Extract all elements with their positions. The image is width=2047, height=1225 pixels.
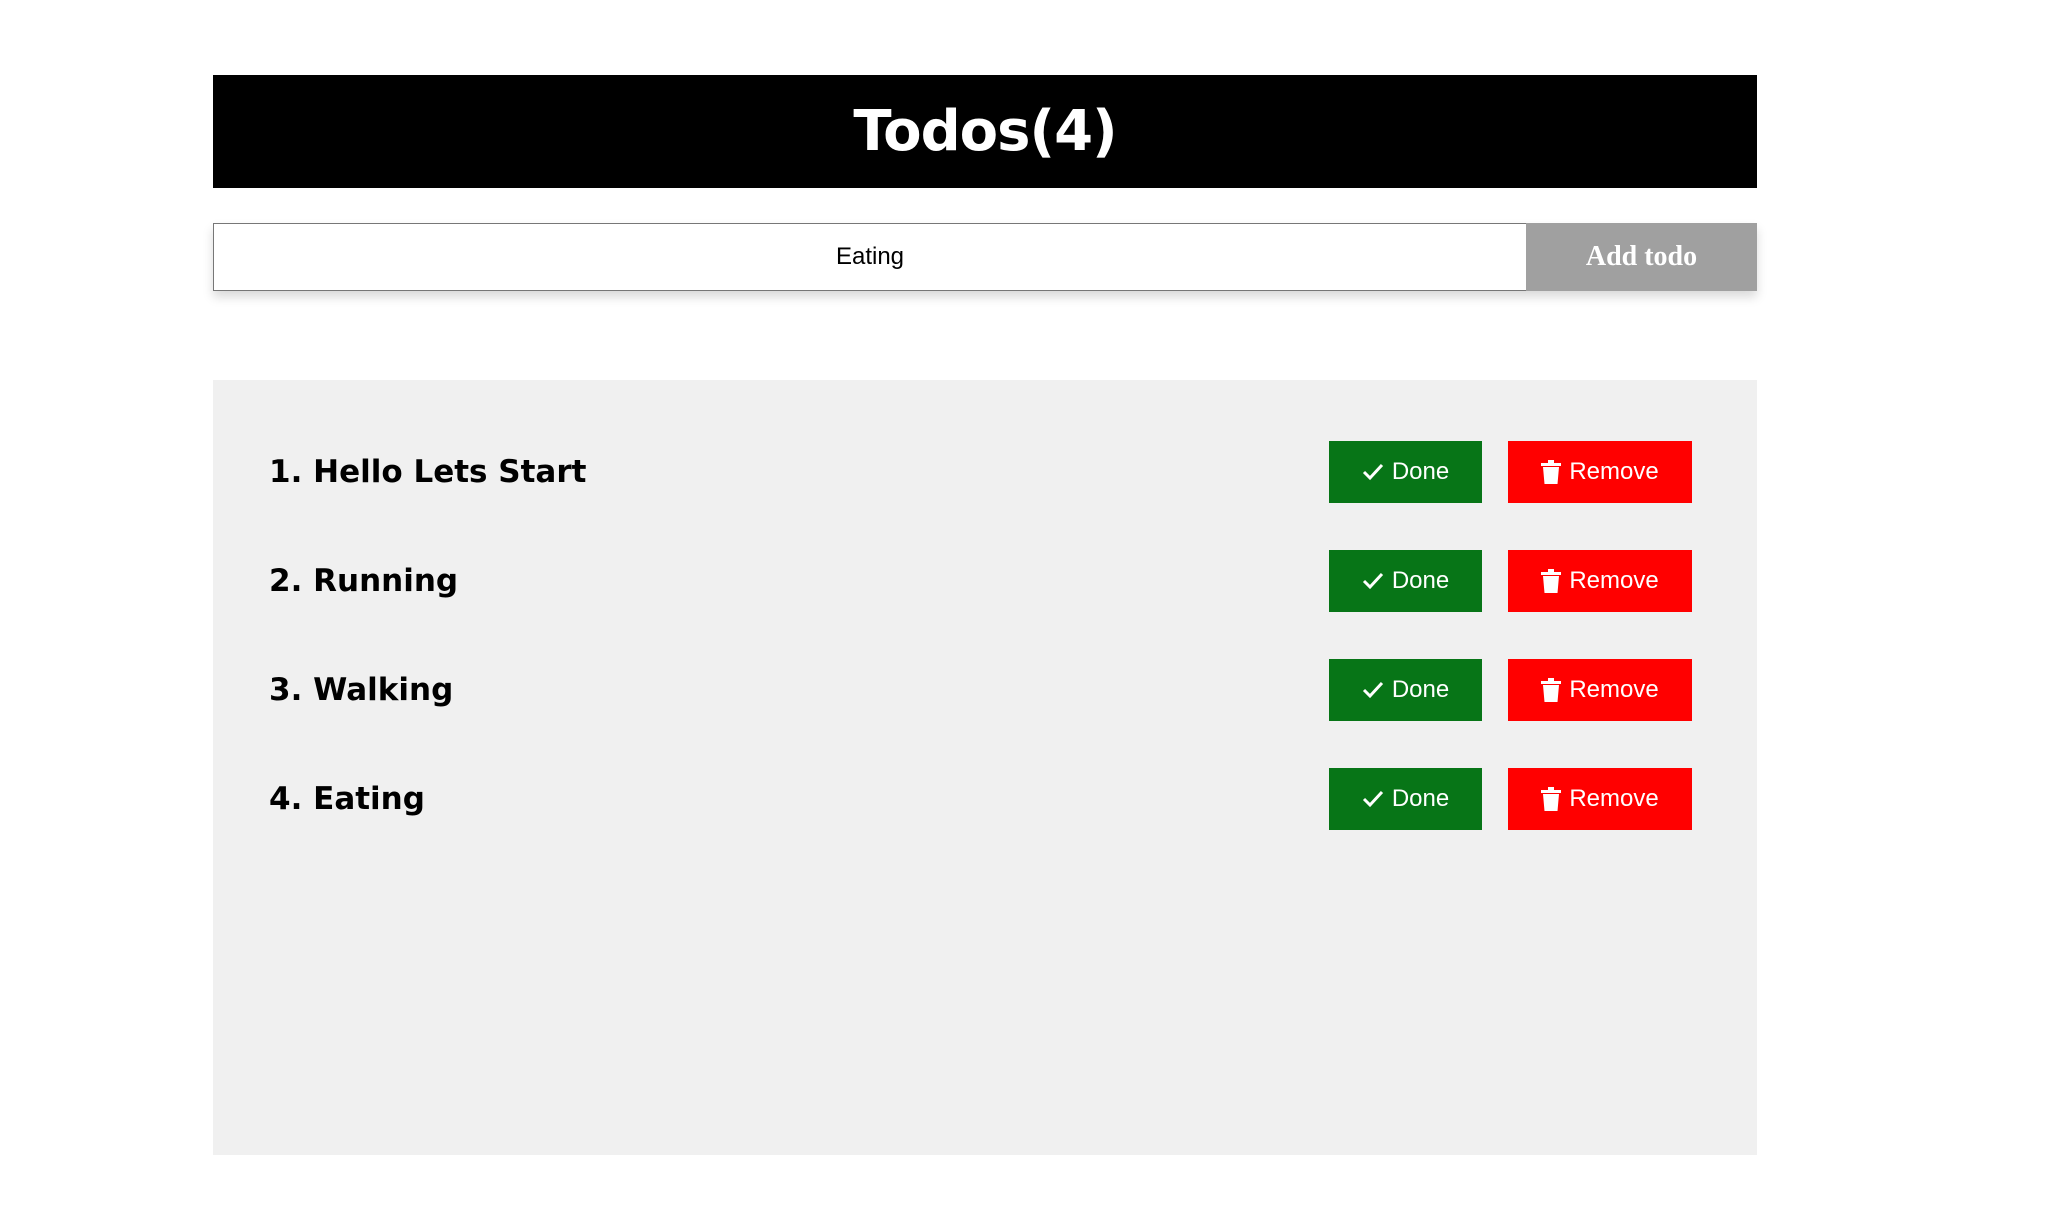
todo-item: 1. Hello Lets Start Done Remove (213, 441, 1757, 503)
todo-list: 1. Hello Lets Start Done Remove 2. Runni… (213, 380, 1757, 1155)
trash-icon (1541, 460, 1562, 484)
done-label: Done (1391, 567, 1450, 594)
remove-button[interactable]: Remove (1508, 550, 1692, 612)
remove-button[interactable]: Remove (1508, 659, 1692, 721)
todo-item: 3. Walking Done Remove (213, 659, 1757, 721)
add-todo-button[interactable]: Add todo (1526, 223, 1757, 291)
remove-label: Remove (1569, 676, 1659, 703)
remove-label: Remove (1569, 785, 1659, 812)
done-label: Done (1391, 785, 1450, 812)
todo-input[interactable] (213, 223, 1526, 291)
remove-button[interactable]: Remove (1508, 441, 1692, 503)
done-label: Done (1391, 676, 1450, 703)
done-button[interactable]: Done (1329, 768, 1482, 830)
check-icon (1362, 681, 1383, 699)
remove-button[interactable]: Remove (1508, 768, 1692, 830)
done-button[interactable]: Done (1329, 550, 1482, 612)
check-icon (1362, 790, 1383, 808)
done-button[interactable]: Done (1329, 659, 1482, 721)
remove-label: Remove (1569, 567, 1659, 594)
todo-label: 1. Hello Lets Start (269, 454, 587, 490)
app-header: Todos(4) (213, 75, 1757, 188)
trash-icon (1541, 569, 1562, 593)
todo-label: 2. Running (269, 563, 459, 599)
done-label: Done (1391, 458, 1450, 485)
todo-label: 3. Walking (269, 672, 454, 708)
todo-item: 2. Running Done Remove (213, 550, 1757, 612)
remove-label: Remove (1569, 458, 1659, 485)
trash-icon (1541, 678, 1562, 702)
check-icon (1362, 572, 1383, 590)
todo-item: 4. Eating Done Remove (213, 768, 1757, 830)
done-button[interactable]: Done (1329, 441, 1482, 503)
trash-icon (1541, 787, 1562, 811)
check-icon (1362, 463, 1383, 481)
todo-label: 4. Eating (269, 781, 425, 817)
page-title: Todos(4) (853, 99, 1117, 164)
add-todo-form: Add todo (213, 223, 1757, 291)
